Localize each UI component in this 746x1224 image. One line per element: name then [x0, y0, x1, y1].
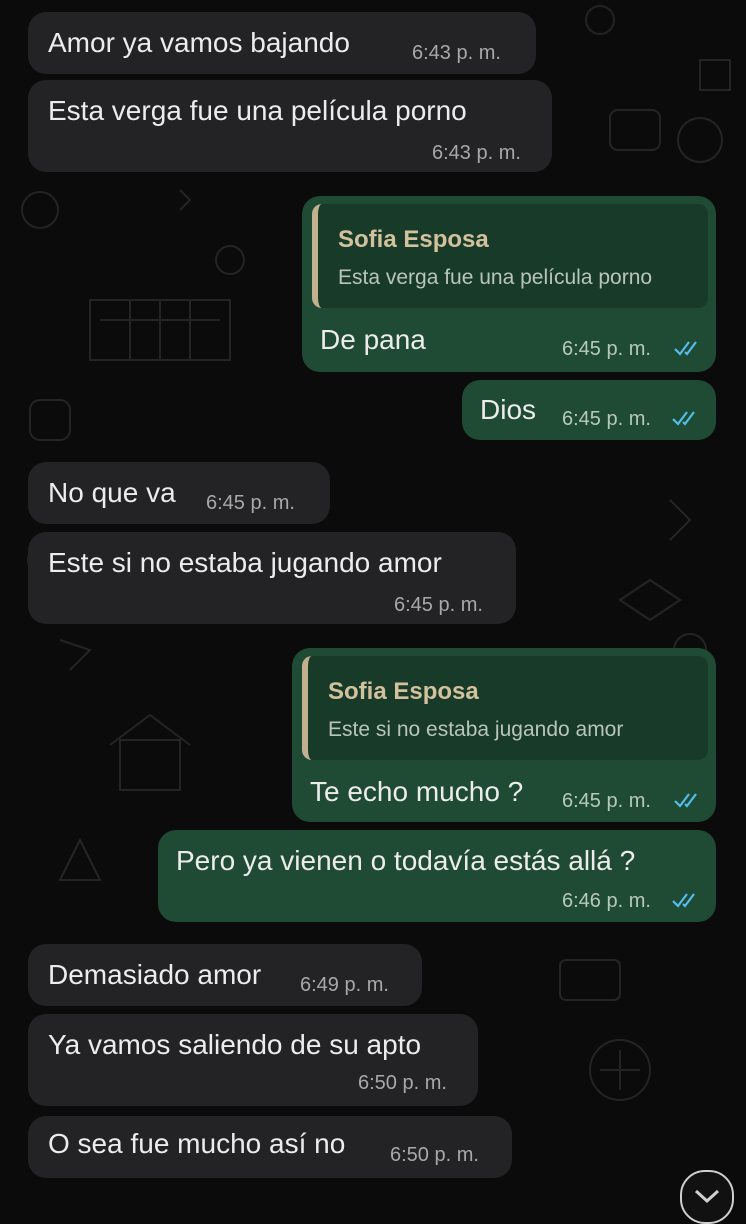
double-check-icon: [674, 793, 697, 808]
message-time: 6:45 p. m.: [562, 790, 651, 812]
message-time: 6:49 p. m.: [300, 974, 389, 996]
incoming-message[interactable]: Demasiado amor 6:49 p. m.: [28, 944, 422, 1006]
message-text: Amor ya vamos bajando: [48, 27, 350, 58]
message-time: 6:43 p. m.: [432, 142, 521, 164]
message-time: 6:43 p. m.: [412, 42, 501, 64]
outgoing-message[interactable]: Dios 6:45 p. m.: [462, 380, 716, 440]
incoming-message[interactable]: Esta verga fue una película porno 6:43 p…: [28, 80, 552, 172]
message-time: 6:45 p. m.: [206, 492, 295, 514]
double-check-icon: [672, 411, 695, 426]
incoming-message[interactable]: Amor ya vamos bajando 6:43 p. m.: [28, 12, 536, 74]
incoming-message[interactable]: Ya vamos saliendo de su apto 6:50 p. m.: [28, 1014, 478, 1106]
quoted-text: Esta verga fue una película porno: [338, 266, 653, 289]
incoming-message[interactable]: Este si no estaba jugando amor 6:45 p. m…: [28, 532, 516, 624]
incoming-message[interactable]: O sea fue mucho así no 6:50 p. m.: [28, 1116, 512, 1178]
quoted-author: Sofia Esposa: [338, 226, 489, 253]
message-time: 6:46 p. m.: [562, 890, 651, 912]
quoted-text: Este si no estaba jugando amor: [328, 718, 624, 741]
message-time: 6:50 p. m.: [358, 1072, 447, 1094]
message-time: 6:50 p. m.: [390, 1144, 479, 1166]
message-text: O sea fue mucho así no: [48, 1128, 346, 1159]
incoming-message[interactable]: No que va 6:45 p. m.: [28, 462, 330, 524]
quoted-message[interactable]: Sofia Esposa Esta verga fue una película…: [312, 204, 708, 308]
chevron-down-icon: [694, 1189, 720, 1204]
double-check-icon: [672, 893, 695, 908]
quoted-message[interactable]: Sofia Esposa Este si no estaba jugando a…: [302, 656, 708, 760]
message-text: Este si no estaba jugando amor: [48, 547, 442, 578]
outgoing-message[interactable]: Pero ya vienen o todavía estás allá ? 6:…: [158, 830, 716, 922]
message-time: 6:45 p. m.: [394, 594, 483, 616]
message-time: 6:45 p. m.: [562, 338, 651, 360]
double-check-icon: [674, 341, 697, 356]
quoted-author: Sofia Esposa: [328, 678, 479, 705]
message-text: Demasiado amor: [48, 959, 262, 990]
message-text: No que va: [48, 477, 176, 508]
message-text: De pana: [320, 324, 426, 355]
message-time: 6:45 p. m.: [562, 408, 651, 430]
outgoing-message[interactable]: Sofia Esposa Esta verga fue una película…: [302, 196, 716, 372]
message-text: Dios: [480, 394, 537, 425]
message-text: Te echo mucho ?: [310, 776, 524, 807]
message-text: Pero ya vienen o todavía estás allá ?: [176, 845, 636, 876]
message-text: Ya vamos saliendo de su apto: [48, 1029, 422, 1060]
outgoing-message[interactable]: Sofia Esposa Este si no estaba jugando a…: [292, 648, 716, 822]
message-text: Esta verga fue una película porno: [48, 95, 467, 126]
scroll-down-button[interactable]: [680, 1170, 734, 1224]
